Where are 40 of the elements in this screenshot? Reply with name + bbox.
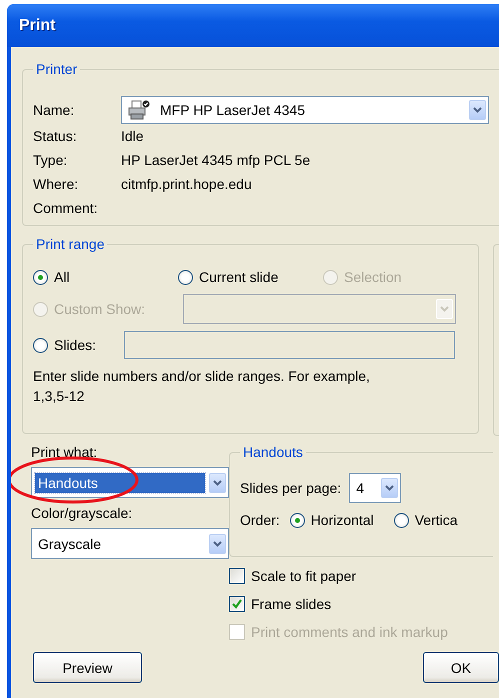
option-label[interactable]: Horizontal [310,512,374,528]
field-label: Name: [33,102,76,118]
field-label: Type: [33,152,68,168]
dialog-button[interactable]: OK [423,652,499,683]
option-label[interactable]: Slides: [54,337,96,353]
dropdown[interactable]: 4 [349,473,402,503]
field-label: Order: [240,512,280,528]
radio-button[interactable] [290,512,305,528]
field-value: HP LaserJet 4345 mfp PCL 5e [121,152,310,168]
radio-button[interactable] [178,270,193,284]
hint-text: 1,3,5-12 [33,387,86,406]
input-field[interactable] [124,331,455,359]
group-label: Printer [35,61,78,77]
field-label: Color/grayscale: [31,505,134,522]
field-label: Status: [33,128,78,144]
field-label: Print what: [31,444,98,461]
option-label[interactable]: Current slide [199,269,278,285]
dialog-button[interactable]: Preview [33,652,142,683]
radio-button[interactable] [394,512,409,528]
group-label: Handouts [242,444,304,460]
checkbox-label[interactable]: Frame slides [251,596,332,612]
printer-icon [128,100,150,120]
group-label: Print range [35,236,106,252]
field-label: Slides per page: [240,480,342,496]
hint-text: Enter slide numbers and/or slide ranges. For example, [33,367,371,386]
field-label: Comment: [33,200,99,216]
radio-button[interactable] [33,338,48,352]
checkbox[interactable] [229,568,245,584]
window-title: Print [19,16,56,34]
option-label[interactable]: Vertica [414,512,458,528]
dropdown[interactable]: Grayscale [31,528,229,559]
field-label: Where: [33,176,80,192]
option-label[interactable]: All [54,269,70,285]
radio-button[interactable] [33,270,48,284]
printer-dropdown[interactable]: MFP HP LaserJet 4345 [121,96,489,124]
dropdown[interactable]: Handouts [31,467,229,498]
checkbox-label[interactable]: Scale to fit paper [251,568,356,584]
checkbox[interactable] [229,596,245,612]
field-value: citmfp.print.hope.edu [121,176,252,192]
field-value: Idle [121,128,144,144]
